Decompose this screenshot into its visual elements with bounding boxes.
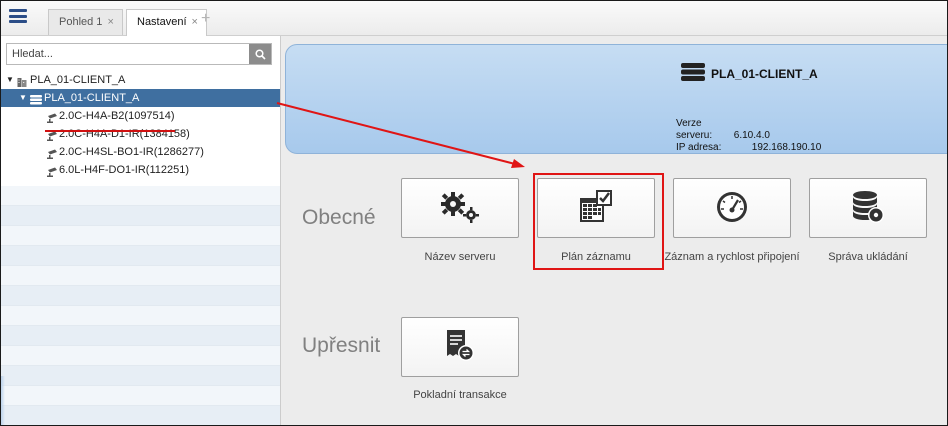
annotation-arrow <box>276 102 525 168</box>
app-window: Pohled 1× Nastavení× + ▼ PLA_01-CLIENT_A… <box>0 0 948 426</box>
